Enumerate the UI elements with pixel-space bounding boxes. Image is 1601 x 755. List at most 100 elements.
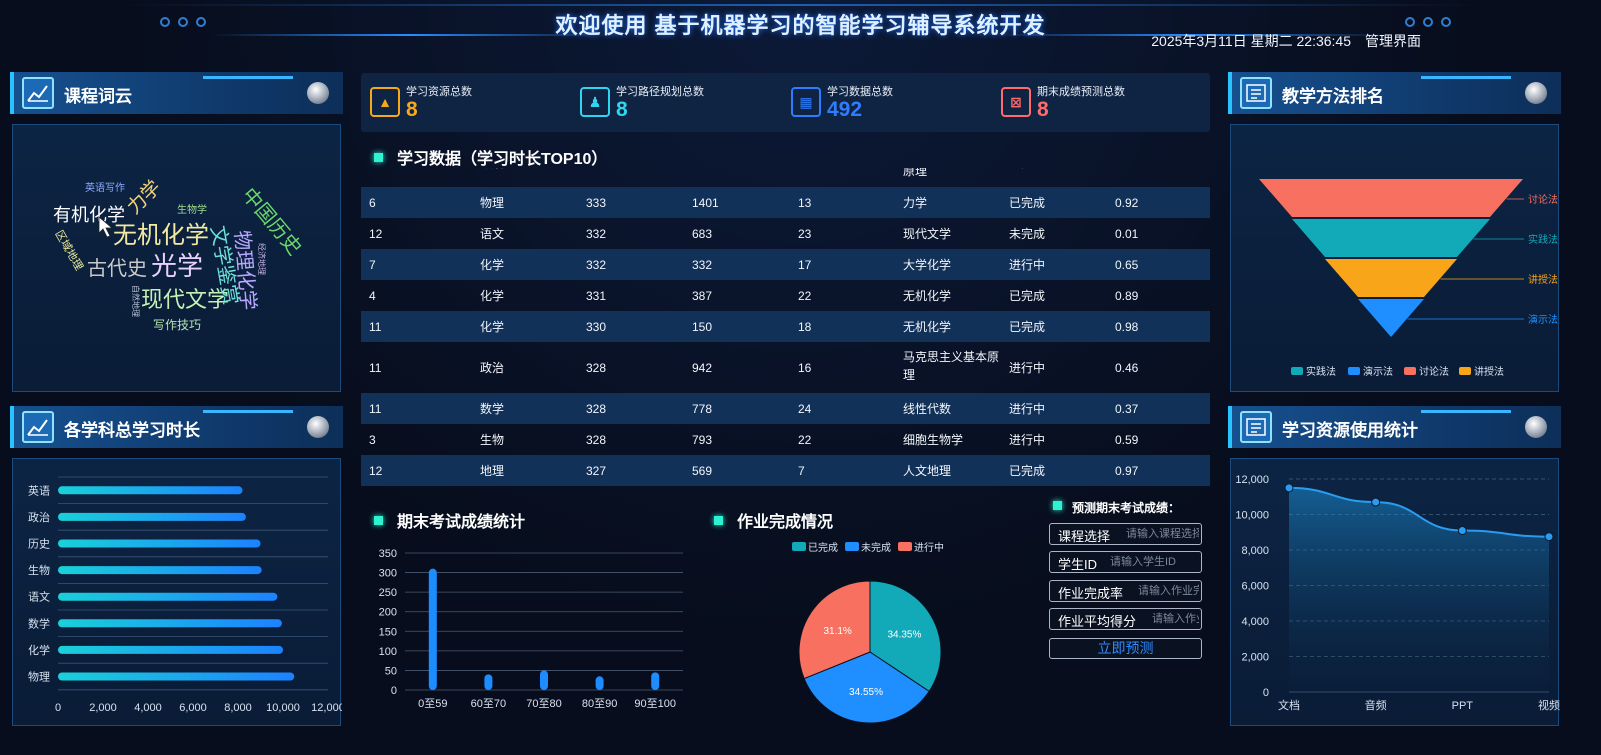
x-tick-label: 0 xyxy=(55,702,61,714)
table-cell: 6 xyxy=(369,195,376,210)
table-cell: 778 xyxy=(692,401,713,416)
legend-swatch xyxy=(898,542,912,551)
table-cell: 334 xyxy=(586,168,606,172)
funnel-label: 实践法 xyxy=(1528,233,1558,246)
bar xyxy=(540,670,548,690)
table-cell: 0.59 xyxy=(1115,432,1139,447)
table-cell: 无机化学 xyxy=(903,319,952,334)
funnel-segment xyxy=(1358,299,1424,337)
wordcloud-word: 古代史 xyxy=(87,257,147,280)
table-row[interactable]: 3 生物 328 793 22 细胞生物学 进行中 0.59 xyxy=(361,424,1210,455)
table-cell: 进行中 xyxy=(1009,432,1046,447)
x-tick-label: 10,000 xyxy=(266,702,300,714)
stat-value: 8 xyxy=(406,98,418,121)
predict-field: 课程选择 xyxy=(1049,523,1202,545)
y-tick-label: 250 xyxy=(379,587,397,599)
y-tick-label: 2,000 xyxy=(1241,652,1269,664)
table-cell: 政治 xyxy=(480,360,505,375)
table-cell: 0.37 xyxy=(1115,401,1139,416)
table-row[interactable]: 7 政治 334 1005 8 原理 已完成 1 xyxy=(361,168,1210,187)
knob-icon[interactable] xyxy=(307,416,329,438)
teaching-rank-funnel: 讨论法实践法讲授法演示法实践法 演示法 讨论法 讲授法 xyxy=(1259,179,1558,378)
table-cell: 化学 xyxy=(480,257,505,272)
table-row[interactable]: 4 化学 331 387 22 无机化学 已完成 0.89 xyxy=(361,280,1210,311)
table-cell: 18 xyxy=(798,319,812,334)
table-cell: 已完成 xyxy=(1009,288,1046,303)
x-tick-label: 8,000 xyxy=(224,702,252,714)
predict-field-input[interactable] xyxy=(1126,526,1199,542)
legend-swatch xyxy=(1348,367,1360,375)
table-row[interactable]: 12 地理 327 569 7 人文地理 已完成 0.97 xyxy=(361,455,1210,486)
table-cell: 进行中 xyxy=(1009,360,1046,375)
table-cell: 330 xyxy=(586,319,607,334)
header-stripe xyxy=(203,76,293,79)
table-cell: 328 xyxy=(586,360,607,375)
bar xyxy=(58,672,295,681)
x-tick-label: 12,000 xyxy=(311,702,342,714)
predict-field-label: 作业完成率 xyxy=(1058,586,1124,601)
y-tick-label: 语文 xyxy=(28,590,50,604)
datetime: 2025年3月11日 星期二 22:36:45 xyxy=(1151,33,1351,49)
data-point xyxy=(1284,483,1294,493)
bar xyxy=(58,592,278,601)
wordcloud-word: 力学 xyxy=(123,176,165,218)
wordcloud-word: 区域地理 xyxy=(52,228,85,273)
bullet-square xyxy=(374,153,383,162)
area-fill xyxy=(1289,487,1549,692)
predict-field-input[interactable] xyxy=(1138,583,1199,599)
table-cell: 语文 xyxy=(480,226,505,241)
wordcloud-word: 自然地理 xyxy=(131,285,141,317)
table-row[interactable]: 7 化学 332 332 17 大学化学 进行中 0.65 xyxy=(361,249,1210,280)
resource-stats-body: 0 2,000 4,000 6,000 8,000 10,000 12,000 文档 音频 PPT… xyxy=(1230,458,1560,726)
predict-field-input[interactable] xyxy=(1152,611,1199,627)
table-cell: 12 xyxy=(369,226,383,241)
knob-icon[interactable] xyxy=(307,82,329,104)
table-cell: 7 xyxy=(369,257,376,272)
predict-field-label: 学生ID xyxy=(1058,557,1098,572)
table-cell: 已完成 xyxy=(1009,463,1046,478)
x-tick-label: 音频 xyxy=(1365,698,1387,712)
table-cell: 1 xyxy=(1115,168,1122,172)
header-frame-line xyxy=(120,4,1480,6)
table-cell: 已完成 xyxy=(1009,195,1046,210)
table-cell: 942 xyxy=(692,360,713,375)
subject-hours-body: 英语 政治 历史 生物 语文 数学 化学 物理 0 2,000 4,000 6,000 8,000 10,… xyxy=(12,458,345,726)
table-row[interactable]: 6 物理 333 1401 13 力学 已完成 0.92 xyxy=(361,187,1210,218)
table-cell: 328 xyxy=(586,432,607,447)
table-row[interactable]: 11 数学 328 778 24 线性代数 进行中 0.37 xyxy=(361,393,1210,424)
resource-stats-title: 学习资源使用统计 xyxy=(1282,421,1418,440)
x-tick-label: 视频 xyxy=(1538,698,1560,712)
predict-title: 预测期末考试成绩： xyxy=(1053,499,1180,516)
table-cell: 人文地理 xyxy=(903,463,952,478)
table-cell: 17 xyxy=(798,257,812,272)
table-cell: 328 xyxy=(586,401,607,416)
teaching-rank-body: 讨论法 实践法 讲授法 演示法 实践法 演示法 讨论法 讲授法 xyxy=(1230,124,1559,392)
knob-icon[interactable] xyxy=(1525,416,1547,438)
predict-field-input[interactable] xyxy=(1110,554,1199,570)
table-row[interactable]: 11 化学 330 150 18 无机化学 已完成 0.98 xyxy=(361,311,1210,342)
y-tick-label: 数学 xyxy=(28,616,50,630)
data-point xyxy=(1371,497,1381,507)
table-cell: 进行中 xyxy=(1009,401,1046,416)
funnel-segment xyxy=(1259,179,1523,217)
predict-button[interactable]: 立即预测 xyxy=(1049,638,1202,659)
table-row[interactable]: 12 语文 332 683 23 现代文学 未完成 0.01 xyxy=(361,218,1210,249)
legend-swatch xyxy=(1459,367,1471,375)
admin-link[interactable]: 管理界面 xyxy=(1365,31,1421,51)
table-cell: 16 xyxy=(798,360,812,375)
table-cell: 1401 xyxy=(692,195,719,210)
table-row[interactable]: 11 政治 328 942 16 马克思主义基本原理 进行中 0.46 xyxy=(361,342,1210,393)
wordcloud-word: 经济地理 xyxy=(257,243,267,275)
table-cell: 332 xyxy=(586,257,607,272)
exam-section-title: 期末考试成绩统计 xyxy=(374,508,525,532)
table-cell: 332 xyxy=(692,257,713,272)
header-dots-right xyxy=(1405,17,1451,27)
table-cell: 333 xyxy=(586,195,607,210)
y-tick-label: 4,000 xyxy=(1241,616,1269,628)
people-icon: ♟ xyxy=(580,87,610,117)
knob-icon[interactable] xyxy=(1525,82,1547,104)
data-point xyxy=(1544,532,1554,542)
y-tick-label: 8,000 xyxy=(1241,545,1269,557)
bullet-square xyxy=(714,516,723,525)
bullet-square xyxy=(1053,501,1062,510)
